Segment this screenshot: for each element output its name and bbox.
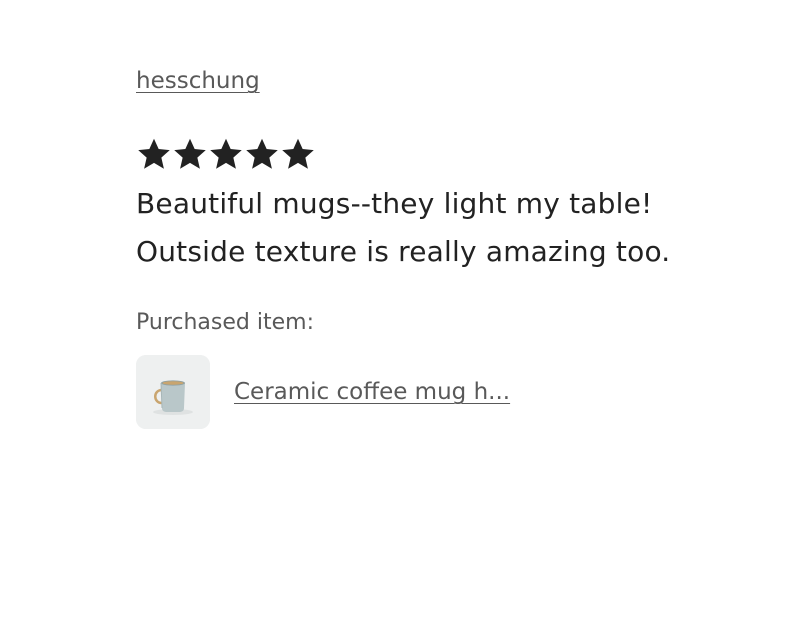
star-icon xyxy=(174,138,206,169)
review-text: Beautiful mugs--they light my table! Out… xyxy=(136,187,671,268)
reviewer-name-link[interactable]: hesschung xyxy=(136,64,260,98)
star-rating xyxy=(136,136,756,176)
star-icon xyxy=(246,138,278,169)
star-icon xyxy=(138,138,170,169)
star-icon xyxy=(210,138,242,169)
item-title-link[interactable]: Ceramic coffee mug h... xyxy=(234,375,510,409)
review-card: hesschung Beautiful mugs--they light my … xyxy=(136,64,756,429)
item-thumbnail[interactable] xyxy=(136,355,210,429)
star-icon xyxy=(282,138,314,169)
mug-image xyxy=(136,355,210,429)
purchased-item-label: Purchased item: xyxy=(136,310,314,335)
purchased-item[interactable]: Ceramic coffee mug h... xyxy=(136,355,756,429)
